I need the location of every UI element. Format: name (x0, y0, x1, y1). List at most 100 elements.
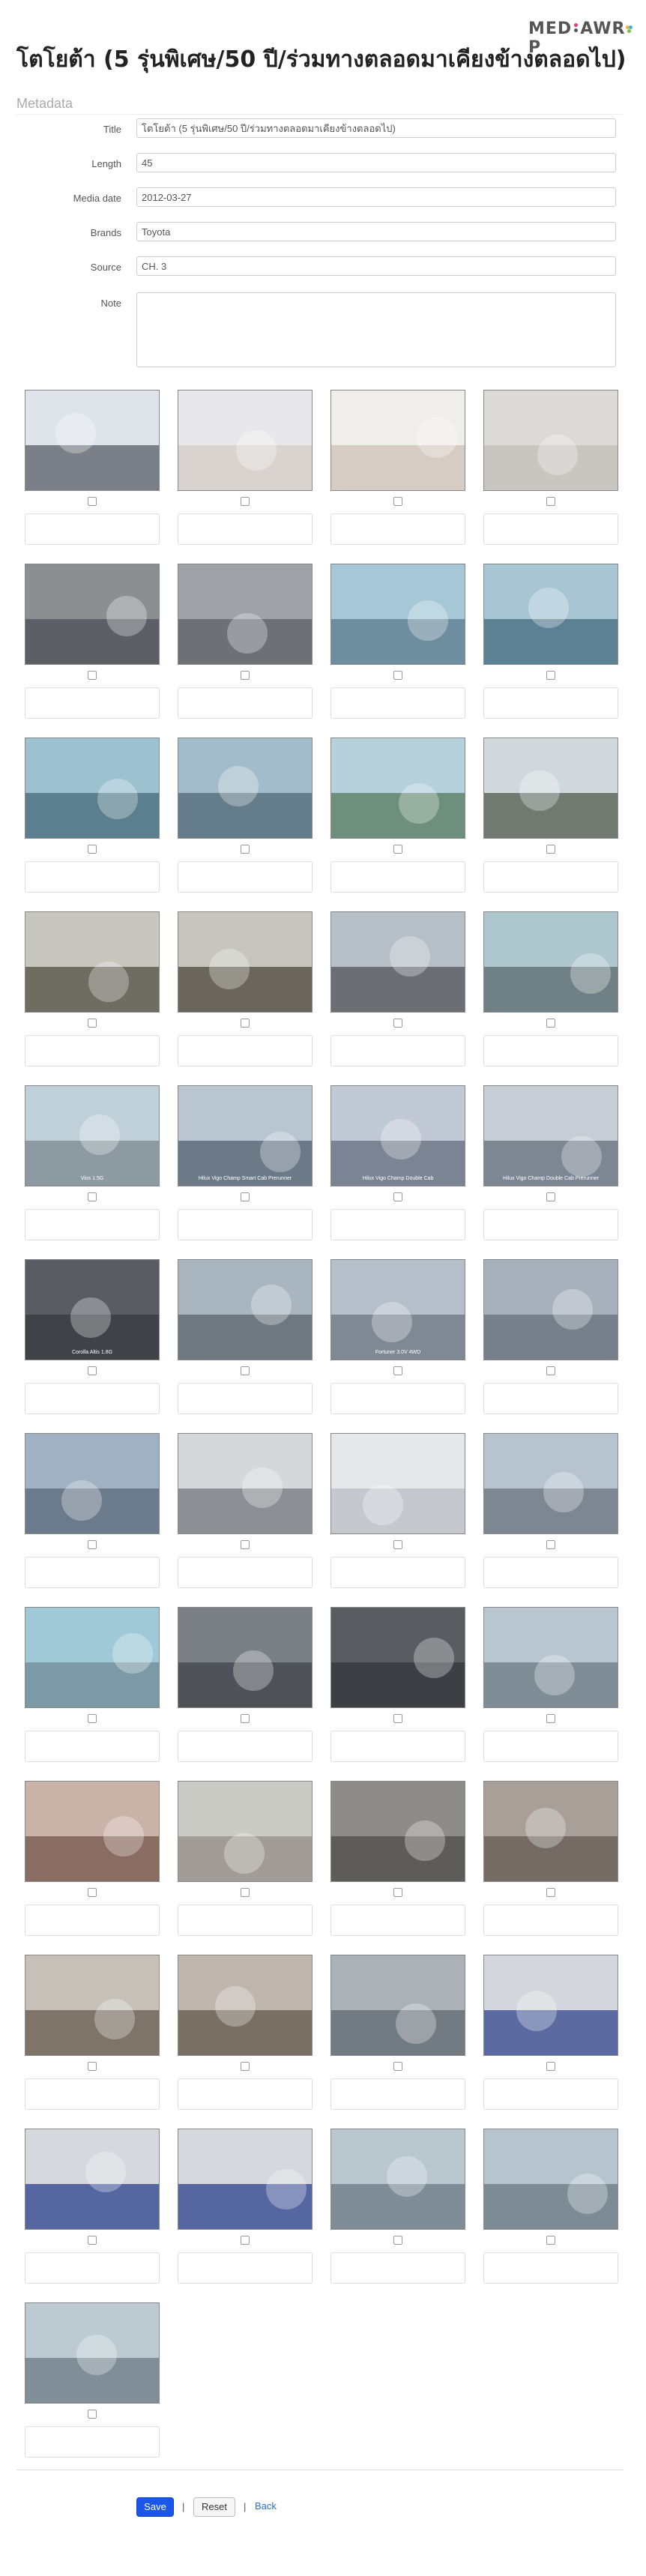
frame-select-checkbox[interactable] (241, 497, 250, 506)
frame-thumbnail[interactable]: Hilux Vigo Champ Double Cab (330, 1085, 465, 1186)
frame-thumbnail[interactable] (483, 2129, 618, 2230)
frame-thumbnail[interactable] (483, 1607, 618, 1708)
frame-note-input[interactable] (178, 513, 313, 545)
frame-select-checkbox[interactable] (241, 1540, 250, 1549)
frame-thumbnail[interactable] (178, 1781, 313, 1882)
frame-thumbnail[interactable] (25, 911, 160, 1013)
frame-thumbnail[interactable] (178, 1607, 313, 1708)
frame-note-input[interactable] (483, 1904, 618, 1936)
frame-select-checkbox[interactable] (241, 1888, 250, 1897)
frame-note-input[interactable] (178, 1731, 313, 1762)
frame-select-checkbox[interactable] (241, 2062, 250, 2071)
frame-select-checkbox[interactable] (546, 1192, 555, 1201)
frame-thumbnail[interactable] (25, 1781, 160, 1882)
frame-select-checkbox[interactable] (546, 2236, 555, 2245)
frame-note-input[interactable] (25, 1035, 160, 1067)
frame-thumbnail[interactable]: Hilux Vigo Champ Smart Cab Prerunner (178, 1085, 313, 1186)
frame-thumbnail[interactable] (178, 737, 313, 839)
frame-select-checkbox[interactable] (393, 2062, 402, 2071)
frame-thumbnail[interactable] (483, 1781, 618, 1882)
frame-thumbnail[interactable] (178, 911, 313, 1013)
frame-thumbnail[interactable] (483, 1259, 618, 1360)
frame-thumbnail[interactable] (178, 564, 313, 665)
frame-thumbnail[interactable] (330, 2129, 465, 2230)
frame-thumbnail[interactable] (330, 564, 465, 665)
frame-note-input[interactable] (25, 513, 160, 545)
frame-select-checkbox[interactable] (546, 1019, 555, 1028)
frame-select-checkbox[interactable] (393, 1019, 402, 1028)
frame-note-input[interactable] (25, 2426, 160, 2458)
frame-note-input[interactable] (330, 1383, 465, 1414)
frame-thumbnail[interactable] (330, 737, 465, 839)
frame-note-input[interactable] (483, 687, 618, 719)
frame-note-input[interactable] (178, 1383, 313, 1414)
frame-thumbnail[interactable] (178, 1259, 313, 1360)
length-input[interactable]: 45 (136, 153, 616, 172)
frame-thumbnail[interactable] (178, 390, 313, 491)
frame-select-checkbox[interactable] (88, 1192, 97, 1201)
frame-note-input[interactable] (483, 513, 618, 545)
frame-thumbnail[interactable] (25, 1607, 160, 1708)
frame-thumbnail[interactable]: Hilux Vigo Champ Double Cab Prerunner (483, 1085, 618, 1186)
frame-note-input[interactable] (483, 1731, 618, 1762)
frame-thumbnail[interactable] (178, 1955, 313, 2056)
frame-select-checkbox[interactable] (88, 497, 97, 506)
frame-note-input[interactable] (330, 1904, 465, 1936)
frame-thumbnail[interactable]: Vios 1.5G (25, 1085, 160, 1186)
frame-note-input[interactable] (330, 1731, 465, 1762)
save-button[interactable]: Save (136, 2497, 174, 2517)
frame-select-checkbox[interactable] (88, 1019, 97, 1028)
frame-select-checkbox[interactable] (546, 845, 555, 854)
frame-note-input[interactable] (483, 1557, 618, 1588)
frame-thumbnail[interactable] (483, 1433, 618, 1534)
media-date-input[interactable]: 2012-03-27 (136, 187, 616, 207)
frame-select-checkbox[interactable] (241, 1019, 250, 1028)
frame-note-input[interactable] (483, 1383, 618, 1414)
frame-thumbnail[interactable] (178, 2129, 313, 2230)
frame-thumbnail[interactable] (25, 737, 160, 839)
frame-note-input[interactable] (483, 1209, 618, 1240)
frame-select-checkbox[interactable] (546, 671, 555, 680)
frame-thumbnail[interactable] (25, 390, 160, 491)
frame-select-checkbox[interactable] (393, 1366, 402, 1375)
back-link[interactable]: Back (255, 2500, 277, 2512)
frame-note-input[interactable] (178, 2252, 313, 2284)
frame-select-checkbox[interactable] (546, 497, 555, 506)
frame-select-checkbox[interactable] (546, 1366, 555, 1375)
frame-note-input[interactable] (178, 1904, 313, 1936)
frame-note-input[interactable] (178, 1209, 313, 1240)
source-input[interactable]: CH. 3 (136, 256, 616, 276)
frame-select-checkbox[interactable] (241, 671, 250, 680)
frame-select-checkbox[interactable] (241, 1366, 250, 1375)
frame-note-input[interactable] (25, 1904, 160, 1936)
frame-note-input[interactable] (330, 861, 465, 893)
frame-select-checkbox[interactable] (393, 2236, 402, 2245)
frame-note-input[interactable] (483, 2252, 618, 2284)
frame-select-checkbox[interactable] (88, 1540, 97, 1549)
frame-select-checkbox[interactable] (88, 2410, 97, 2419)
frame-thumbnail[interactable] (25, 2302, 160, 2404)
frame-thumbnail[interactable] (330, 390, 465, 491)
frame-thumbnail[interactable] (330, 1433, 465, 1534)
frame-select-checkbox[interactable] (88, 671, 97, 680)
frame-select-checkbox[interactable] (393, 845, 402, 854)
frame-note-input[interactable] (178, 1557, 313, 1588)
frame-thumbnail[interactable] (483, 390, 618, 491)
frame-select-checkbox[interactable] (546, 1540, 555, 1549)
frame-select-checkbox[interactable] (88, 1714, 97, 1723)
frame-thumbnail[interactable] (483, 737, 618, 839)
frame-select-checkbox[interactable] (546, 1888, 555, 1897)
frame-note-input[interactable] (178, 1035, 313, 1067)
frame-select-checkbox[interactable] (546, 2062, 555, 2071)
frame-note-input[interactable] (330, 2078, 465, 2110)
frame-select-checkbox[interactable] (88, 1366, 97, 1375)
frame-select-checkbox[interactable] (393, 1540, 402, 1549)
frame-note-input[interactable] (25, 2252, 160, 2284)
frame-thumbnail[interactable] (330, 1781, 465, 1882)
frame-note-input[interactable] (483, 861, 618, 893)
frame-select-checkbox[interactable] (393, 1192, 402, 1201)
frame-thumbnail[interactable] (483, 1955, 618, 2056)
frame-select-checkbox[interactable] (88, 1888, 97, 1897)
frame-select-checkbox[interactable] (88, 2062, 97, 2071)
frame-thumbnail[interactable] (483, 564, 618, 665)
